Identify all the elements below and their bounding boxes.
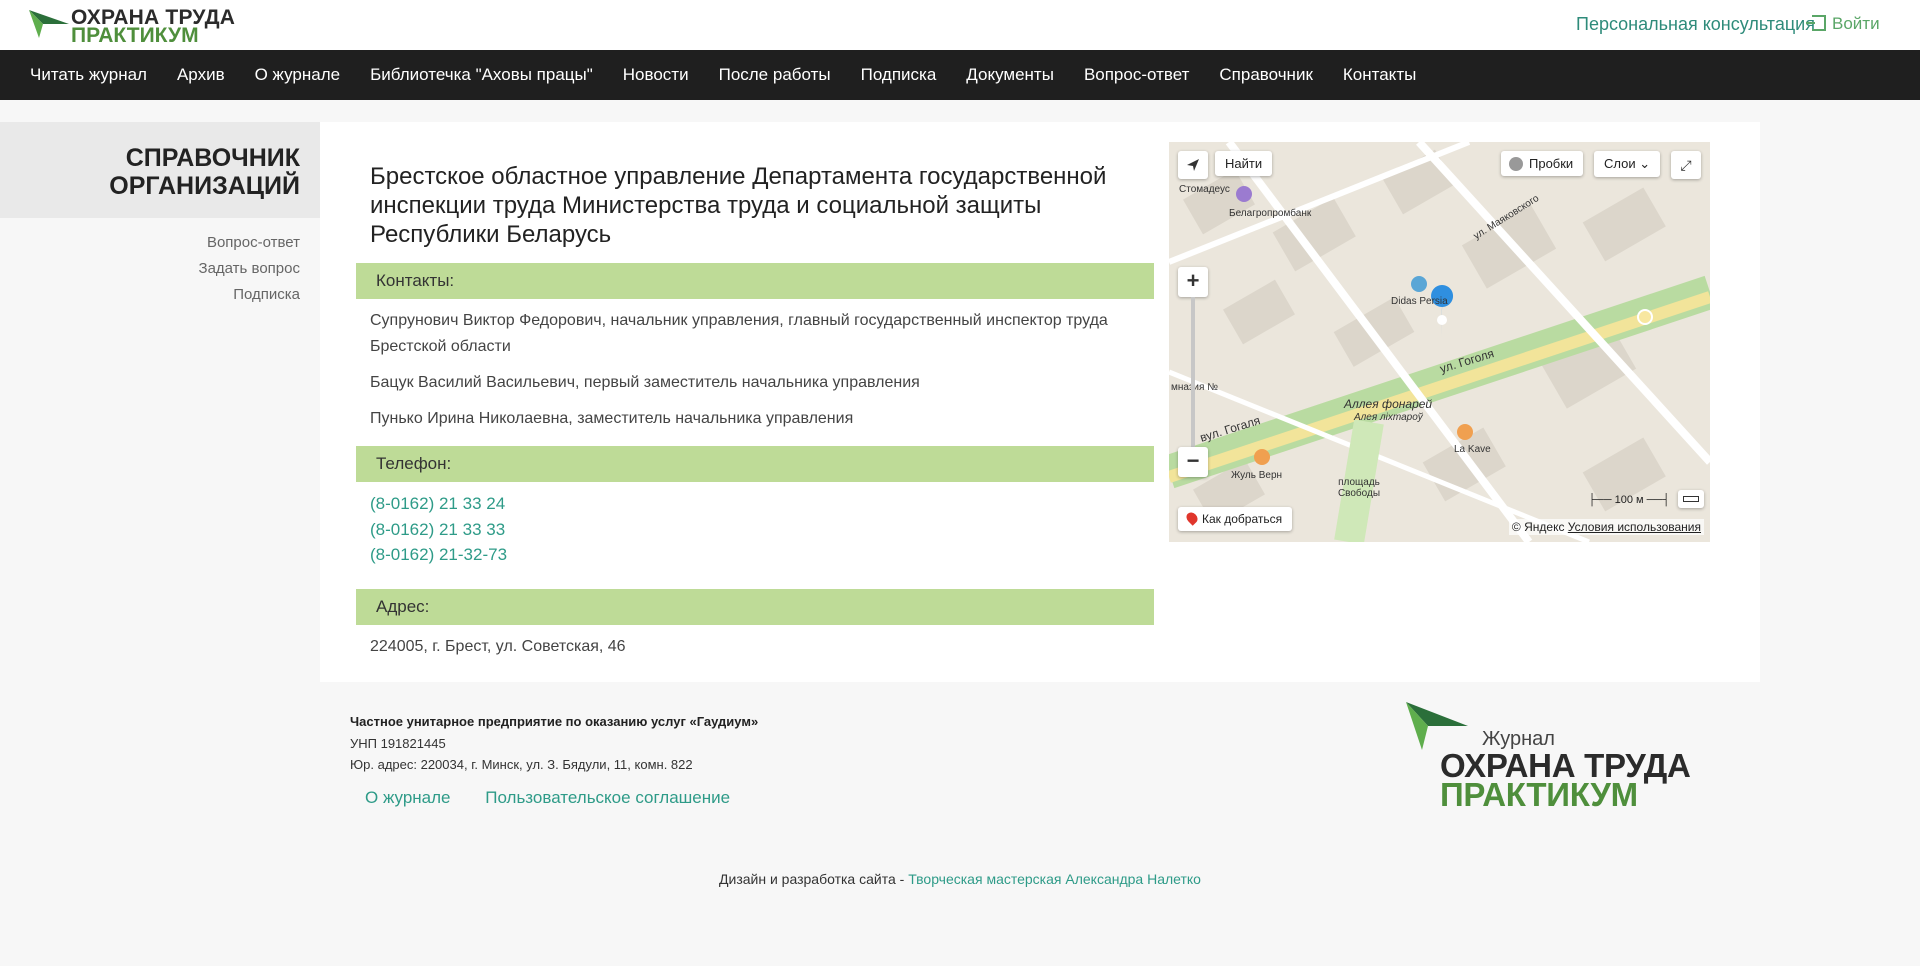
map-copyright: © Яндекс Условия использования [1508,519,1704,535]
login-label: Войти [1832,14,1880,33]
address-heading: Адрес: [356,589,1154,625]
login-button[interactable]: Войти [1806,14,1880,34]
logo-arrow-icon [1406,702,1468,750]
map-label: площадь Свободы [1337,477,1381,499]
footer-credits: Дизайн и разработка сайта - Творческая м… [0,871,1920,887]
phone-link[interactable]: (8-0162) 21-32-73 [370,545,507,565]
geolocation-button[interactable] [1178,151,1208,179]
nav-item-about[interactable]: О журнале [255,65,341,85]
fullscreen-button[interactable]: ⤢ [1671,151,1701,179]
zoom-in-button[interactable]: + [1178,267,1208,297]
sidebar-title-line2: ОРГАНИЗАЦИЙ [109,172,300,200]
map-background [1169,142,1710,542]
site-logo[interactable]: ОХРАНА ТРУДА ПРАКТИКУМ [29,6,235,46]
login-icon [1806,15,1826,31]
logo-arrow-icon [29,10,69,38]
map-traffic-label: Пробки [1529,156,1574,171]
map-traffic-button[interactable]: Пробки [1501,151,1584,176]
nav-item-archive[interactable]: Архив [177,65,225,85]
zoom-control: + − [1178,267,1208,477]
footer-links: О журнале Пользовательское соглашение [365,788,760,808]
contact-person: Супрунович Виктор Федорович, начальник у… [370,312,1108,355]
zoom-slider[interactable] [1191,297,1195,447]
sidebar-links: Вопрос-ответ Задать вопрос Подписка [199,230,300,308]
nav-item-documents[interactable]: Документы [966,65,1054,85]
main-nav: Читать журнал Архив О журнале Библиотечк… [0,50,1920,100]
phone-heading: Телефон: [356,446,1154,482]
footer-logo-line2: ПРАКТИКУМ [1440,776,1638,813]
map-label: Алея ліхтароў [1354,412,1423,423]
map-scale-label: 100 м [1614,494,1644,506]
top-header: ОХРАНА ТРУДА ПРАКТИКУМ Персональная конс… [0,0,1920,50]
footer-unp: УНП 191821445 [350,736,446,751]
nav-item-subscription[interactable]: Подписка [861,65,937,85]
nav-item-library[interactable]: Библиотечка "Аховы працы" [370,65,593,85]
expand-icon: ⤢ [1680,157,1692,173]
map-label: Стомадеус [1179,184,1230,195]
traffic-icon [1509,157,1523,171]
phone-link[interactable]: (8-0162) 21 33 24 [370,494,505,514]
credits-prefix: Дизайн и разработка сайта - [719,871,905,887]
map-layers-label: Слои [1604,156,1636,171]
chevron-down-icon: ⌄ [1639,156,1651,171]
nav-item-qa[interactable]: Вопрос-ответ [1084,65,1189,85]
map-label: Didas Persia [1391,296,1448,307]
zoom-out-button[interactable]: − [1178,447,1208,477]
sidebar-link-qa[interactable]: Вопрос-ответ [199,230,300,256]
sidebar-title: СПРАВОЧНИК ОРГАНИЗАЦИЙ [0,122,320,218]
footer-link-agreement[interactable]: Пользовательское соглашение [485,788,730,807]
nav-item-read[interactable]: Читать журнал [30,65,147,85]
nav-item-after-work[interactable]: После работы [719,65,831,85]
org-address: 224005, г. Брест, ул. Советская, 46 [370,638,626,655]
map-scale: ├── 100 м ──┤ [1588,494,1670,506]
phone-link[interactable]: (8-0162) 21 33 33 [370,520,505,540]
map-layers-button[interactable]: Слои ⌄ [1594,151,1661,177]
contact-person: Пунько Ирина Николаевна, заместитель нач… [370,410,854,427]
nav-item-directory[interactable]: Справочник [1219,65,1313,85]
map-label: Белагропромбанк [1229,208,1312,219]
org-title: Брестское областное управление Департаме… [370,163,1107,248]
route-label: Как добраться [1202,512,1283,526]
contacts-heading: Контакты: [356,263,1154,299]
footer-company: Частное унитарное предприятие по оказани… [350,714,759,729]
location-arrow-icon [1187,159,1199,171]
consultation-link[interactable]: Персональная консультация [1576,14,1815,35]
map-label: Аллея фонарей [1344,397,1433,411]
contact-person: Бацук Василий Васильевич, первый замести… [370,374,920,391]
sidebar-link-ask[interactable]: Задать вопрос [199,256,300,282]
yandex-copyright: © Яндекс [1511,520,1565,534]
map-label: Жуль Верн [1231,470,1283,481]
map-find-button[interactable]: Найти [1215,151,1273,176]
sidebar-title-line1: СПРАВОЧНИК [125,144,300,172]
nav-item-contacts[interactable]: Контакты [1343,65,1416,85]
map-label: La Kave [1454,444,1491,455]
footer-logo[interactable]: Журнал ОХРАНА ТРУДА ПРАКТИКУМ [1406,700,1691,813]
yandex-map[interactable]: Стомадеус Белагропромбанк ул. Маяковског… [1169,142,1710,542]
ruler-icon [1683,496,1699,502]
footer-address: Юр. адрес: 220034, г. Минск, ул. З. Бяду… [350,757,693,772]
map-terms-link[interactable]: Условия использования [1568,520,1701,534]
pin-icon [1184,510,1200,526]
sidebar-link-subscription[interactable]: Подписка [199,282,300,308]
footer-link-about[interactable]: О журнале [365,788,451,807]
nav-item-news[interactable]: Новости [623,65,689,85]
ruler-button[interactable] [1678,490,1704,508]
credits-link[interactable]: Творческая мастерская Александра Налетко [908,871,1201,887]
logo-line2: ПРАКТИКУМ [71,24,199,47]
route-button[interactable]: Как добраться [1178,507,1293,531]
